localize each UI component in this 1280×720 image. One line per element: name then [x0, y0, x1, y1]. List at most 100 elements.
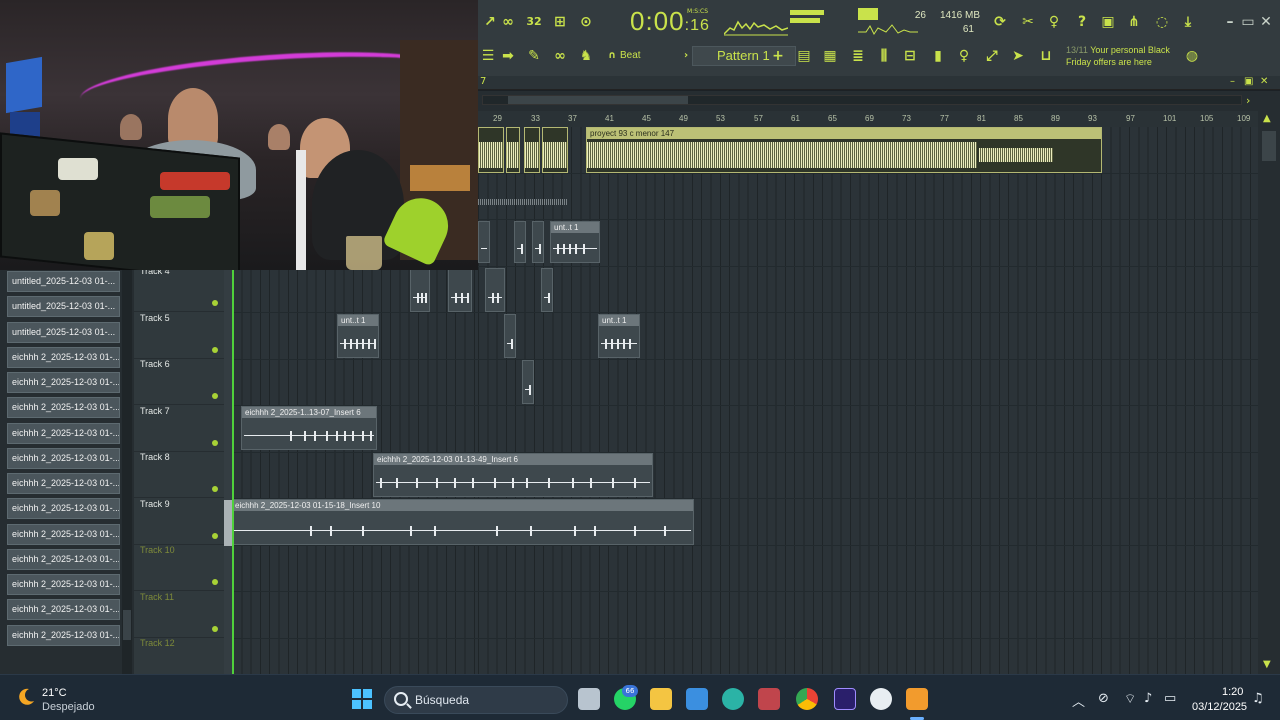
save-icon[interactable]: ▣ [1098, 12, 1118, 32]
track-header[interactable]: Track 11 [134, 592, 224, 638]
volume-icon[interactable]: ♪ [1144, 691, 1152, 706]
maximize-icon[interactable]: ▭ [1238, 12, 1258, 32]
track-header[interactable]: Track 4 [134, 266, 224, 312]
minimize-icon[interactable]: – [1220, 12, 1240, 32]
premiere-icon[interactable] [834, 688, 856, 710]
link-loop-icon[interactable]: ⊙ [576, 12, 596, 32]
audio-clip[interactable] [542, 127, 568, 173]
fl-studio-icon[interactable] [906, 688, 928, 710]
cut-icon[interactable]: ✂ [1018, 12, 1038, 32]
track-led-icon[interactable] [212, 393, 218, 399]
audio-clip[interactable] [506, 127, 520, 173]
audio-clip[interactable] [532, 221, 544, 263]
track-led-icon[interactable] [212, 533, 218, 539]
playlist-grid[interactable]: proyect 93 c menor 147 unt..t 1 [478, 127, 1258, 674]
browser-item[interactable]: eichhh 2_2025-12-03 01-... [7, 423, 120, 444]
mixer-faders-icon[interactable]: ⫼ [874, 46, 894, 66]
audio-clip[interactable] [448, 268, 472, 312]
audio-clip[interactable]: unt..t 1 [337, 314, 379, 358]
audio-clip[interactable] [410, 268, 430, 312]
track-header[interactable]: Track 9 [134, 499, 224, 545]
track-led-icon[interactable] [212, 626, 218, 632]
weather-description[interactable]: Despejado [42, 701, 95, 713]
scroll-up-icon[interactable]: ▲ [1263, 113, 1271, 124]
track-header-grip[interactable] [224, 270, 232, 674]
browser-item[interactable]: eichhh 2_2025-12-03 01-... [7, 397, 120, 418]
vscroll-thumb[interactable] [1262, 131, 1276, 161]
scroll-thumb[interactable] [508, 96, 688, 104]
cart-icon[interactable]: ⊔ [1036, 46, 1056, 66]
clock-time[interactable]: 1:20 [1222, 686, 1243, 698]
browser-icon[interactable]: ▤ [794, 46, 814, 66]
scroll-right-icon[interactable]: › [1246, 94, 1250, 107]
globe-icon[interactable]: ◍ [1182, 46, 1202, 66]
close-icon[interactable]: ✕ [1256, 12, 1276, 32]
track-header[interactable]: Track 6 [134, 359, 224, 405]
windows-start-icon[interactable] [352, 689, 372, 709]
arrow-right-icon[interactable]: ➡ [498, 46, 518, 66]
mic-icon[interactable]: ♀ [1044, 12, 1064, 32]
weather-temperature[interactable]: 21°C [42, 687, 67, 699]
draw-icon[interactable]: ✎ [524, 46, 544, 66]
add-pattern-plus-icon[interactable]: + [768, 46, 788, 66]
browser-item[interactable]: eichhh 2_2025-12-03 01-... [7, 549, 120, 570]
audio-clip[interactable] [478, 127, 504, 173]
step-32-icon[interactable]: 32 [524, 12, 544, 32]
playlist-restore-icon[interactable]: ▣ [1244, 76, 1253, 87]
battery-icon[interactable]: ▭ [1164, 691, 1176, 706]
mixer-icon[interactable]: ⋔ [1124, 12, 1144, 32]
loop-icon[interactable]: ∞ [498, 12, 518, 32]
audio-clip[interactable] [541, 268, 553, 312]
magnet-icon[interactable]: ∩ [602, 46, 622, 66]
wifi-icon[interactable]: ⌔ [1124, 691, 1136, 707]
tools-icon[interactable]: ➤ [1008, 46, 1028, 66]
network-off-icon[interactable]: ⊘ [1098, 691, 1109, 706]
timeline-ruler[interactable]: 29 33 37 41 45 49 53 57 61 65 69 73 77 8… [478, 111, 1258, 127]
maps-icon[interactable] [870, 688, 892, 710]
track-led-icon[interactable] [212, 440, 218, 446]
track-led-icon[interactable] [212, 486, 218, 492]
project-icon[interactable]: ▮ [928, 46, 948, 66]
browser-item[interactable]: eichhh 2_2025-12-03 01-... [7, 372, 120, 393]
add-pattern-icon[interactable]: ⊞ [550, 12, 570, 32]
browser-item[interactable]: eichhh 2_2025-12-03 01-... [7, 574, 120, 595]
link-icon[interactable]: ∞ [550, 46, 570, 66]
grip-knob[interactable] [224, 500, 232, 546]
audio-clip-track8[interactable]: eichhh 2_2025-12-03 01-13-49_Insert 6 [373, 453, 653, 497]
scroll-down-icon[interactable]: ▼ [1263, 659, 1271, 670]
moon-icon[interactable] [16, 687, 36, 707]
edge-icon[interactable] [722, 688, 744, 710]
browser-item[interactable]: eichhh 2_2025-12-03 01-... [7, 347, 120, 368]
playlist-minimize-icon[interactable]: – [1230, 76, 1235, 87]
audio-clip-proyect[interactable]: proyect 93 c menor 147 [586, 127, 1102, 173]
playlist-close-icon[interactable]: ✕ [1260, 76, 1268, 87]
browser-item[interactable]: eichhh 2_2025-12-03 01-... [7, 498, 120, 519]
edison-icon[interactable]: ⤢ [982, 46, 1002, 66]
clock-date[interactable]: 03/12/2025 [1192, 701, 1247, 713]
browser-item[interactable]: eichhh 2_2025-12-03 01-... [7, 473, 120, 494]
audio-clip[interactable] [514, 221, 526, 263]
notification-icon[interactable]: ♫ [1252, 691, 1264, 706]
browser-scrollbar[interactable] [122, 270, 132, 674]
browser-item[interactable]: eichhh 2_2025-12-03 01-... [7, 448, 120, 469]
audio-clip-track7[interactable]: eichhh 2_2025-1..13-07_Insert 6 [241, 406, 377, 450]
playlist-horizontal-scroll[interactable]: › [478, 91, 1280, 111]
track-header[interactable]: Track 8 [134, 452, 224, 498]
download-icon[interactable]: ⤓ [1178, 12, 1198, 32]
browser-item[interactable]: untitled_2025-12-03 01-... [7, 271, 120, 292]
store-icon[interactable] [686, 688, 708, 710]
chat-icon[interactable]: ◌ [1152, 12, 1172, 32]
browser-item[interactable]: eichhh 2_2025-12-03 01-... [7, 599, 120, 620]
audio-clip[interactable]: unt..t 1 [598, 314, 640, 358]
track-led-icon[interactable] [212, 579, 218, 585]
audio-clip-track9[interactable]: eichhh 2_2025-12-03 01-15-18_Insert 10 [231, 499, 694, 545]
chevron-up-icon[interactable]: ︿ [1072, 691, 1085, 710]
audio-clip[interactable] [522, 360, 534, 404]
refresh-icon[interactable]: ⟳ [990, 12, 1010, 32]
browser-item[interactable]: eichhh 2_2025-12-03 01-... [7, 524, 120, 545]
audio-clip[interactable] [478, 221, 490, 263]
browser-item[interactable]: untitled_2025-12-03 01-... [7, 322, 120, 343]
browser-item[interactable]: untitled_2025-12-03 01-... [7, 296, 120, 317]
track-header[interactable]: Track 10 [134, 545, 224, 591]
menu-arrow-icon[interactable]: ↗ [480, 12, 500, 32]
